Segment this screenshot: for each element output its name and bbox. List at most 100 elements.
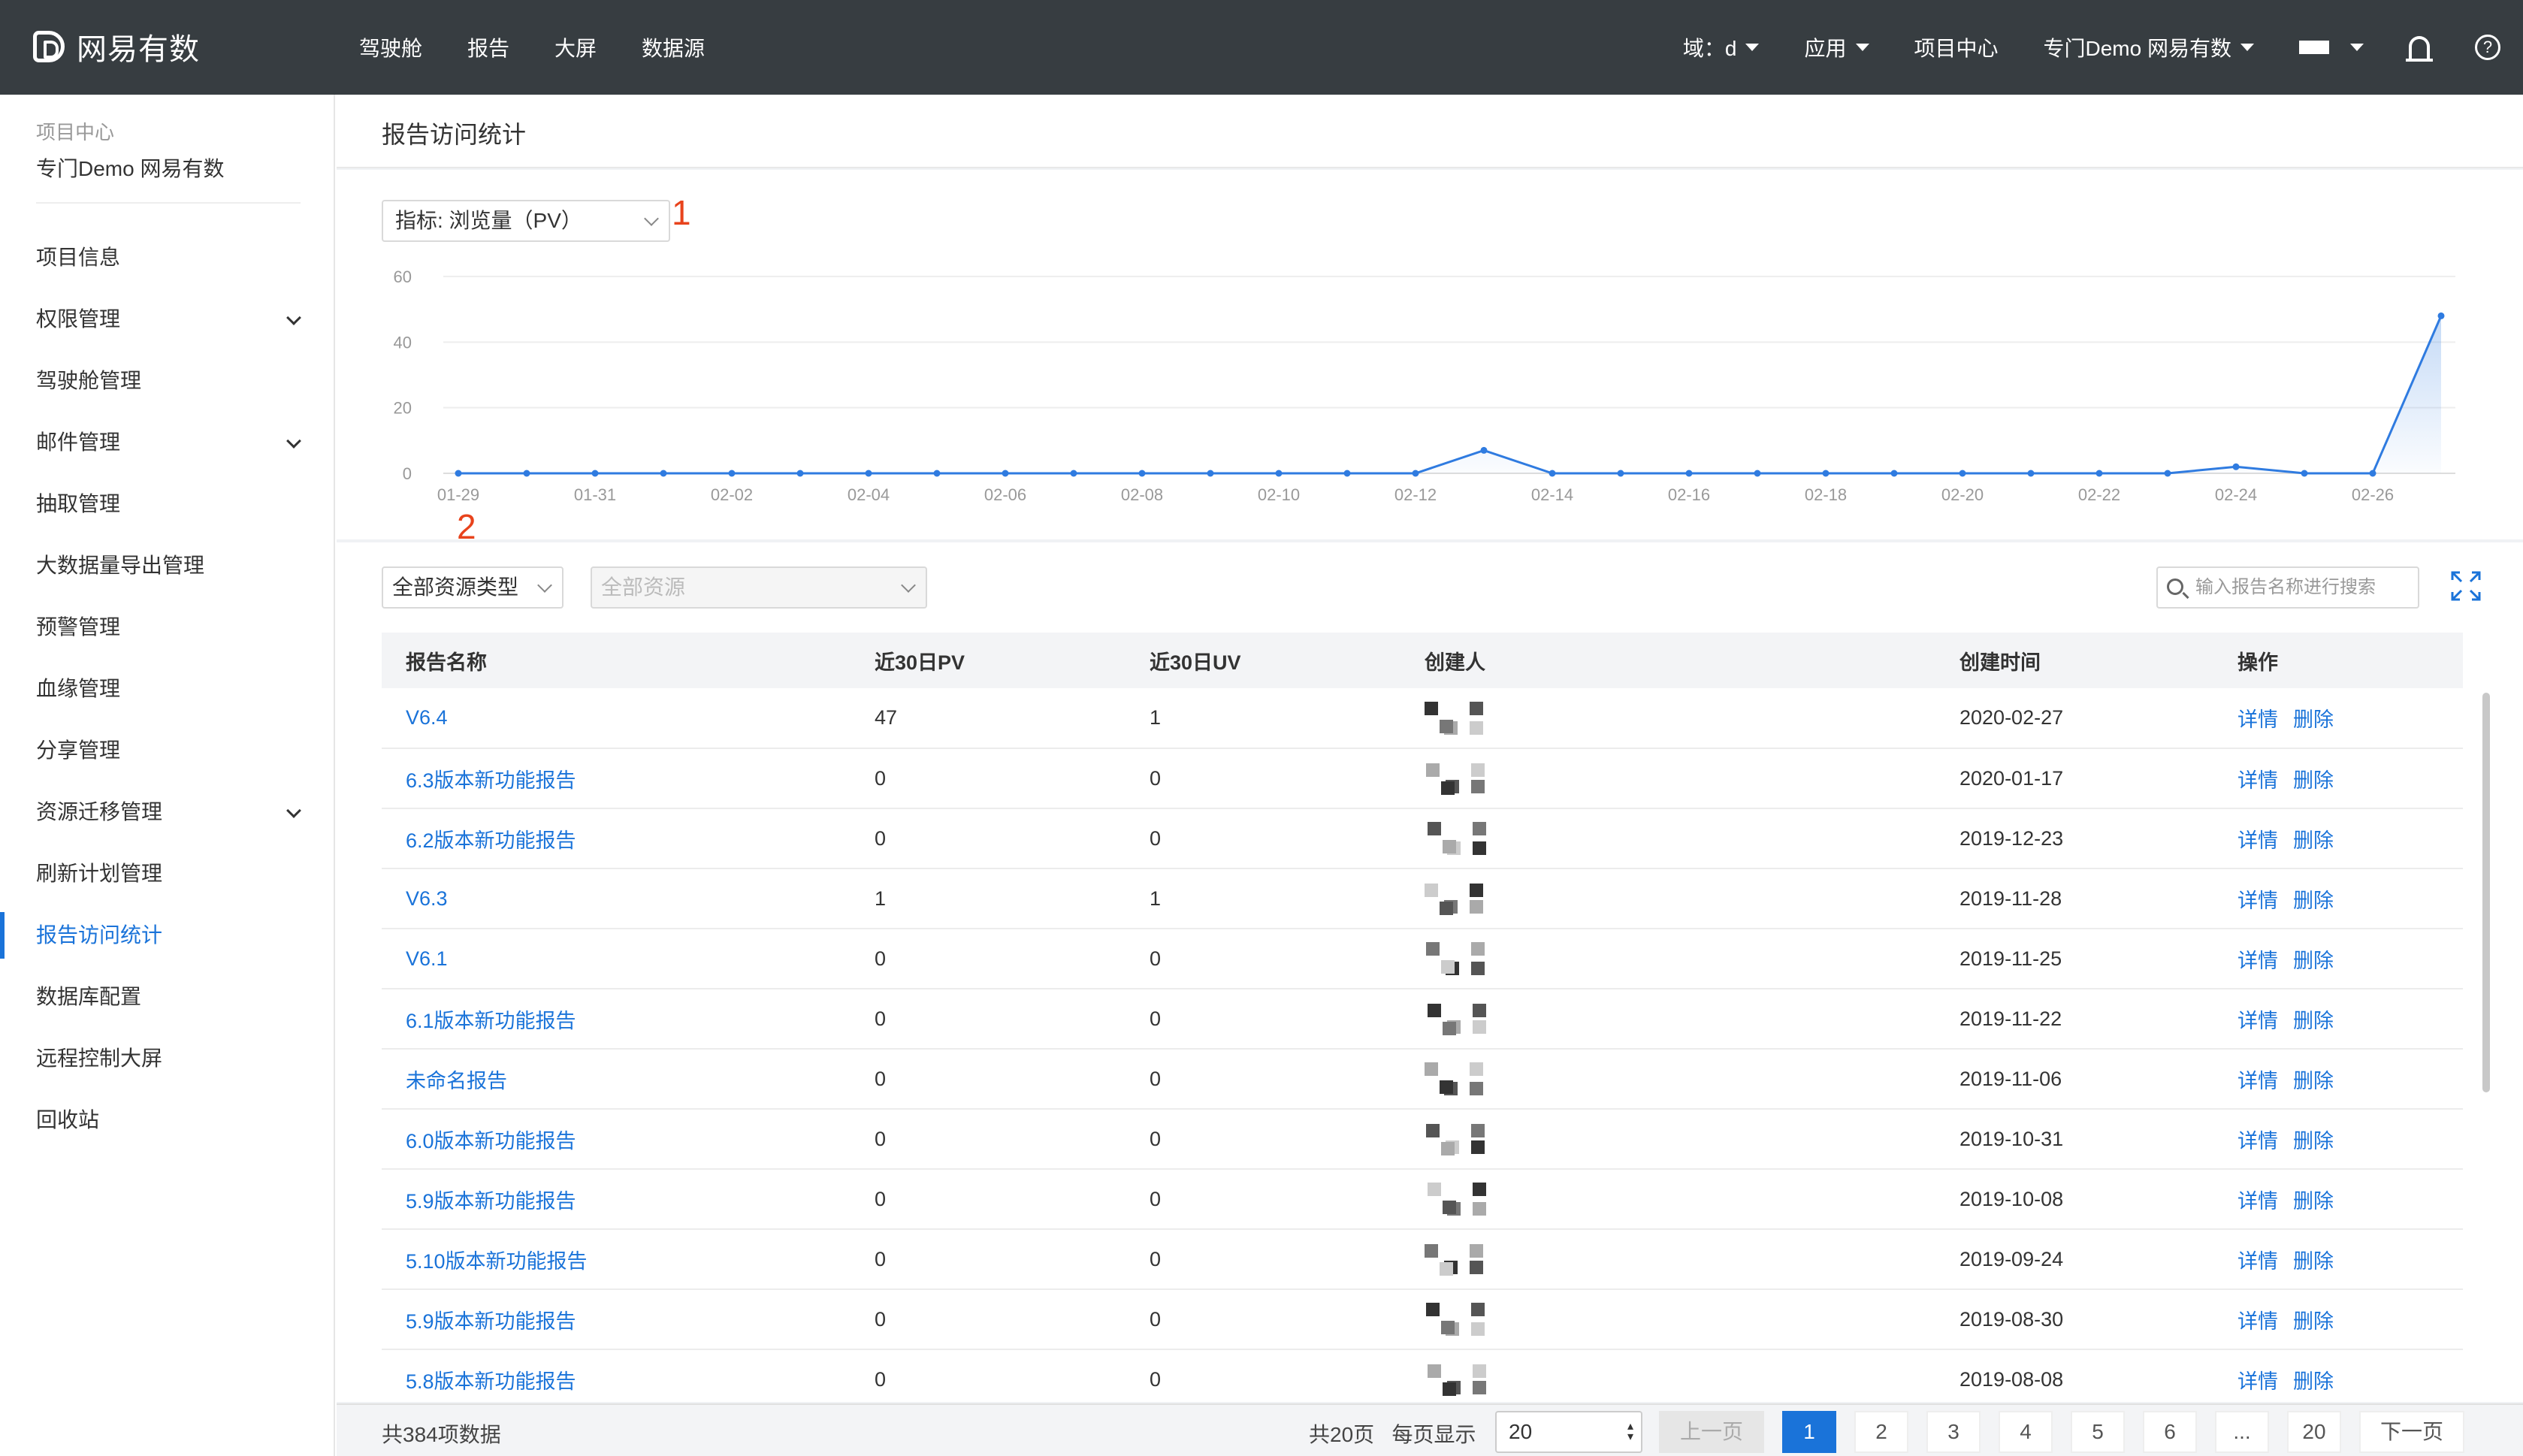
sidebar-item[interactable]: 预警管理 (0, 597, 335, 658)
page-button[interactable]: 6 (2143, 1411, 2197, 1453)
sidebar-item[interactable]: 远程控制大屏 (0, 1028, 335, 1089)
x-tick-label: 02-26 (2352, 485, 2394, 504)
chevron-down-icon (901, 578, 916, 593)
sidebar-item[interactable]: 抽取管理 (0, 473, 335, 535)
table-scrollbar[interactable] (2482, 693, 2490, 1092)
detail-link[interactable]: 详情 (2237, 708, 2278, 731)
sidebar-item[interactable]: 报告访问统计 (0, 905, 335, 966)
report-name-link[interactable]: 6.2版本新功能报告 (382, 808, 851, 869)
col-pv[interactable]: 近30日PV (851, 633, 1126, 688)
sidebar-item[interactable]: 资源迁移管理 (0, 781, 335, 843)
sidebar-item[interactable]: 回收站 (0, 1089, 335, 1151)
delete-link[interactable]: 删除 (2293, 950, 2334, 972)
sidebar-item[interactable]: 分享管理 (0, 720, 335, 781)
project-dropdown[interactable]: 专门Demo 网易有数 (2044, 32, 2254, 62)
nav-cockpit[interactable]: 驾驶舱 (359, 32, 422, 62)
avatar-pixel (1473, 1202, 1486, 1216)
page-button[interactable]: 1 (1782, 1411, 1836, 1453)
help-icon[interactable]: ? (2475, 35, 2500, 60)
report-name-link[interactable]: 未命名报告 (382, 1049, 851, 1110)
avatar-pixel (1471, 942, 1485, 956)
x-tick-label: 02-14 (1531, 485, 1573, 504)
detail-link[interactable]: 详情 (2237, 769, 2278, 792)
user-dropdown[interactable] (2299, 41, 2364, 54)
detail-link[interactable]: 详情 (2237, 1130, 2278, 1152)
sidebar-item[interactable]: 驾驶舱管理 (0, 350, 335, 412)
delete-link[interactable]: 删除 (2293, 829, 2334, 852)
nav-datasource[interactable]: 数据源 (642, 32, 705, 62)
detail-link[interactable]: 详情 (2237, 1310, 2278, 1333)
report-name-link[interactable]: 5.10版本新功能报告 (382, 1229, 851, 1290)
pv-cell: 0 (851, 808, 1126, 869)
sidebar-item[interactable]: 项目信息 (0, 227, 335, 288)
detail-link[interactable]: 详情 (2237, 1010, 2278, 1032)
detail-link[interactable]: 详情 (2237, 1190, 2278, 1213)
project-center-link[interactable]: 项目中心 (1914, 32, 1999, 62)
page-button[interactable]: 2 (1854, 1411, 1908, 1453)
report-name-link[interactable]: 5.9版本新功能报告 (382, 1169, 851, 1230)
next-page-button[interactable]: 下一页 (2359, 1411, 2464, 1453)
delete-link[interactable]: 删除 (2293, 1370, 2334, 1393)
metric-select[interactable]: 指标: 浏览量（PV） (382, 200, 670, 242)
col-report-name[interactable]: 报告名称 (382, 633, 851, 688)
delete-link[interactable]: 删除 (2293, 1130, 2334, 1152)
delete-link[interactable]: 删除 (2293, 1250, 2334, 1273)
sidebar: 项目中心 专门Demo 网易有数 项目信息 权限管理 驾驶舱管理 邮件管理 抽取管理 大数… (0, 95, 335, 1456)
detail-link[interactable]: 详情 (2237, 950, 2278, 972)
sidebar-item[interactable]: 刷新计划管理 (0, 843, 335, 905)
page-button[interactable]: ... (2215, 1411, 2269, 1453)
report-name-link[interactable]: V6.1 (382, 929, 851, 989)
data-point (591, 470, 599, 477)
y-tick-label: 40 (394, 333, 412, 352)
annotation-2: 2 (457, 507, 476, 546)
created-time-cell: 2019-08-30 (1935, 1289, 2213, 1350)
bell-icon[interactable] (2406, 36, 2433, 62)
detail-link[interactable]: 详情 (2237, 829, 2278, 852)
domain-dropdown[interactable]: 域：d (1683, 32, 1760, 62)
sidebar-item[interactable]: 邮件管理 (0, 412, 335, 473)
report-search-input[interactable]: 输入报告名称进行搜索 (2156, 566, 2419, 609)
page-button[interactable]: 20 (2287, 1411, 2341, 1453)
delete-link[interactable]: 删除 (2293, 1310, 2334, 1333)
delete-link[interactable]: 删除 (2293, 890, 2334, 912)
sidebar-item[interactable]: 权限管理 (0, 288, 335, 350)
nav-report[interactable]: 报告 (467, 32, 509, 62)
y-tick-label: 20 (394, 399, 412, 418)
report-name-link[interactable]: V6.4 (382, 688, 851, 749)
report-name-link[interactable]: V6.3 (382, 868, 851, 929)
nav-screen[interactable]: 大屏 (554, 32, 597, 62)
sidebar-item[interactable]: 大数据量导出管理 (0, 535, 335, 597)
report-name-link[interactable]: 6.3版本新功能报告 (382, 748, 851, 809)
apps-dropdown[interactable]: 应用 (1804, 32, 1869, 62)
actions-cell: 详情 删除 (2213, 989, 2463, 1050)
delete-link[interactable]: 删除 (2293, 1190, 2334, 1213)
page-button[interactable]: 3 (1926, 1411, 1981, 1453)
detail-link[interactable]: 详情 (2237, 1070, 2278, 1092)
report-name-link[interactable]: 6.1版本新功能报告 (382, 989, 851, 1050)
report-name-link[interactable]: 6.0版本新功能报告 (382, 1109, 851, 1170)
report-name-link[interactable]: 5.8版本新功能报告 (382, 1349, 851, 1410)
sidebar-item[interactable]: 血缘管理 (0, 658, 335, 720)
detail-link[interactable]: 详情 (2237, 890, 2278, 912)
page-button[interactable]: 4 (1999, 1411, 2053, 1453)
uv-cell: 0 (1126, 1349, 1400, 1410)
delete-link[interactable]: 删除 (2293, 769, 2334, 792)
delete-link[interactable]: 删除 (2293, 708, 2334, 731)
col-creator[interactable]: 创建人 (1400, 633, 1935, 688)
sidebar-item[interactable]: 数据库配置 (0, 966, 335, 1028)
page-button[interactable]: 5 (2071, 1411, 2125, 1453)
col-uv[interactable]: 近30日UV (1126, 633, 1400, 688)
logo[interactable]: 网易有数 (33, 27, 200, 66)
resource-select[interactable]: 全部资源 (591, 566, 927, 609)
data-point (796, 470, 804, 477)
per-page-select[interactable]: 20 ▴ ▾ (1495, 1411, 1642, 1453)
delete-link[interactable]: 删除 (2293, 1010, 2334, 1032)
report-name-link[interactable]: 5.9版本新功能报告 (382, 1289, 851, 1350)
delete-link[interactable]: 删除 (2293, 1070, 2334, 1092)
fullscreen-icon[interactable] (2449, 569, 2482, 603)
resource-type-select[interactable]: 全部资源类型 (382, 566, 564, 609)
col-created-time[interactable]: 创建时间 (1935, 633, 2213, 688)
detail-link[interactable]: 详情 (2237, 1250, 2278, 1273)
prev-page-button[interactable]: 上一页 (1659, 1411, 1764, 1453)
detail-link[interactable]: 详情 (2237, 1370, 2278, 1393)
